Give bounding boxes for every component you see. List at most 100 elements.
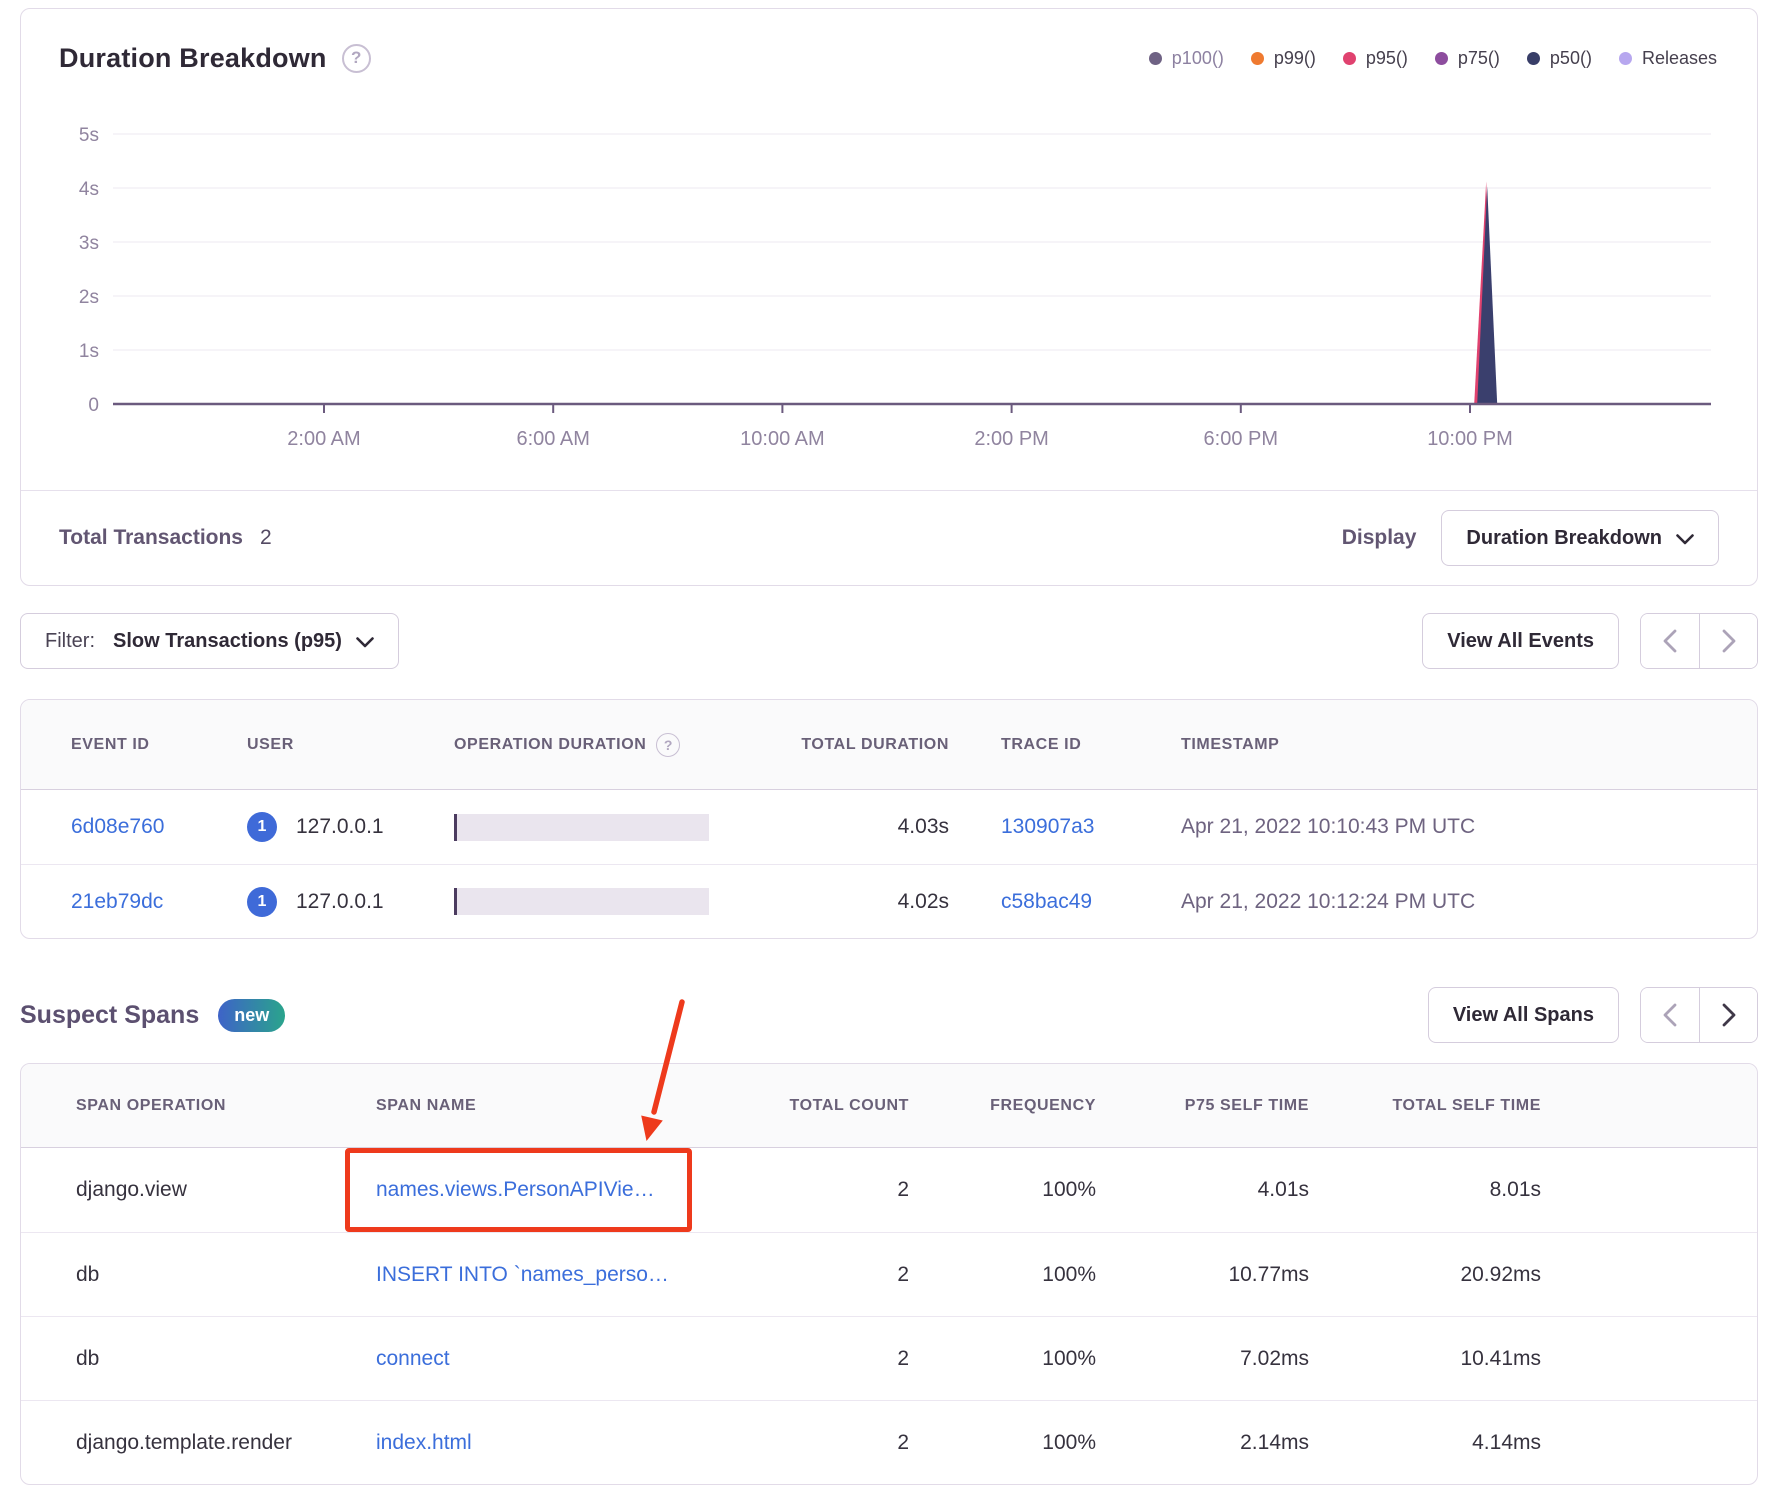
span-operation-cell: db — [76, 1262, 100, 1286]
x-axis-tick-label: 2:00 PM — [974, 428, 1048, 450]
legend-item-p50[interactable]: p50() — [1526, 47, 1592, 69]
column-header-frequency: FREQUENCY — [990, 1096, 1096, 1114]
column-header-timestamp: TIMESTAMP — [1181, 735, 1280, 753]
chevron-right-icon — [1722, 629, 1735, 653]
column-header-total-duration: TOTAL DURATION — [801, 735, 949, 753]
events-toolbar: Filter: Slow Transactions (p95) View All… — [20, 613, 1758, 669]
events-pager-next-button[interactable] — [1699, 614, 1757, 668]
filter-dropdown[interactable]: Filter: Slow Transactions (p95) — [20, 613, 399, 669]
total-transactions-label: Total Transactions — [59, 526, 243, 549]
suspect-spans-title: Suspect Spans — [20, 1000, 200, 1029]
span-name-link[interactable]: index.html — [376, 1431, 472, 1455]
events-table-body: 6d08e760 1 127.0.0.1 4.03s 130907a3 Apr 21, 2… — [21, 790, 1757, 938]
event-id-link[interactable]: 6d08e760 — [71, 815, 164, 839]
total-count-cell: 2 — [897, 1262, 909, 1286]
frequency-cell: 100% — [1042, 1346, 1096, 1370]
span-name-link[interactable]: names.views.PersonAPIVie… — [376, 1178, 655, 1202]
p75-self-time-cell: 10.77ms — [1228, 1262, 1309, 1286]
chevron-left-icon — [1663, 629, 1677, 653]
column-header-event-id: EVENT ID — [71, 735, 150, 753]
event-row: 21eb79dc 1 127.0.0.1 4.02s c58bac49 Apr 21, 2… — [21, 864, 1757, 938]
span-name-link[interactable]: INSERT INTO `names_perso… — [376, 1263, 669, 1287]
total-self-time-cell: 8.01s — [1489, 1178, 1541, 1201]
legend-label: p99() — [1273, 47, 1316, 68]
legend-item-p100[interactable]: p100() — [1148, 47, 1224, 69]
x-axis-tick-label: 10:00 AM — [740, 428, 825, 450]
spans-table: SPAN OPERATION SPAN NAME TOTAL COUNT FREQUE… — [20, 1063, 1758, 1485]
frequency-cell: 100% — [1042, 1178, 1096, 1201]
user-cell: 1 127.0.0.1 — [247, 886, 454, 917]
y-axis-tick-label: 4s — [79, 179, 99, 200]
p75-self-time-cell: 2.14ms — [1240, 1430, 1309, 1454]
performance-page: Duration Breakdown ? p100() p99() p95() p75… — [0, 0, 1778, 1496]
user-cell: 1 127.0.0.1 — [247, 812, 454, 842]
chevron-left-icon — [1663, 1003, 1677, 1027]
spans-table-header: SPAN OPERATION SPAN NAME TOTAL COUNT FREQUE… — [21, 1064, 1757, 1148]
span-operation-cell: django.view — [76, 1178, 187, 1201]
timestamp-cell: Apr 21, 2022 10:12:24 PM UTC — [1181, 889, 1476, 913]
user-ip: 127.0.0.1 — [296, 815, 384, 838]
column-header-total-self-time: TOTAL SELF TIME — [1392, 1096, 1541, 1114]
x-axis-tick-label: 6:00 PM — [1204, 428, 1278, 450]
operation-duration-cell — [454, 813, 769, 841]
legend-label: Releases — [1641, 47, 1717, 68]
legend-dot-icon — [1342, 51, 1356, 65]
view-all-events-button[interactable]: View All Events — [1422, 613, 1619, 669]
new-badge: new — [218, 998, 286, 1032]
x-axis-tick-label: 2:00 AM — [287, 428, 360, 450]
chart-footer: Total Transactions 2 Display Duration Br… — [21, 490, 1757, 585]
trace-id-link[interactable]: 130907a3 — [1001, 815, 1094, 839]
total-self-time-cell: 10.41ms — [1460, 1346, 1541, 1370]
column-header-user: USER — [247, 735, 294, 753]
legend-label: p100() — [1171, 47, 1224, 68]
span-row: django.view names.views.PersonAPIVie… 2 100… — [21, 1148, 1757, 1232]
span-row: django.template.render index.html 2 100% 2.1… — [21, 1400, 1757, 1484]
legend-dot-icon — [1250, 51, 1264, 65]
frequency-cell: 100% — [1042, 1430, 1096, 1454]
legend-label: p50() — [1549, 47, 1592, 68]
y-axis-tick-label: 5s — [79, 125, 99, 146]
event-id-link[interactable]: 21eb79dc — [71, 890, 163, 914]
events-pager-prev-button[interactable] — [1641, 614, 1699, 668]
trace-id-link[interactable]: c58bac49 — [1001, 890, 1092, 914]
column-header-total-count: TOTAL COUNT — [789, 1096, 909, 1114]
legend-item-Releases[interactable]: Releases — [1618, 47, 1717, 69]
p75-self-time-cell: 4.01s — [1257, 1178, 1309, 1201]
spans-pager-prev-button[interactable] — [1641, 988, 1699, 1042]
display-select[interactable]: Duration Breakdown — [1441, 510, 1719, 566]
legend-dot-icon — [1434, 51, 1448, 65]
view-all-spans-button[interactable]: View All Spans — [1427, 987, 1619, 1043]
spans-pager-next-button[interactable] — [1699, 988, 1757, 1042]
spans-table-body: django.view names.views.PersonAPIVie… 2 100… — [21, 1148, 1757, 1484]
total-transactions-value: 2 — [260, 526, 272, 549]
legend-label: p95() — [1365, 47, 1408, 68]
column-header-trace-id: TRACE ID — [1001, 735, 1082, 753]
event-id-cell: 6d08e760 — [71, 815, 247, 839]
total-duration-cell: 4.02s — [897, 889, 949, 913]
legend-item-p95[interactable]: p95() — [1342, 47, 1408, 69]
p75-self-time-cell: 7.02ms — [1240, 1346, 1309, 1370]
total-count-cell: 2 — [897, 1346, 909, 1370]
filter-value: Slow Transactions (p95) — [113, 629, 342, 652]
duration-breakdown-chart: 0 1s 2s 3s 4s 5s 2:00 AM 6:00 AM 10:00 AM 2:00 PM… — [79, 125, 1711, 450]
operation-duration-bar — [454, 888, 709, 915]
span-row: db connect 2 100% 7.02ms 10.41ms — [21, 1316, 1757, 1400]
x-axis-tick-label: 10:00 PM — [1427, 428, 1513, 450]
chart-help-icon[interactable]: ? — [341, 43, 371, 73]
chevron-down-icon — [1676, 533, 1694, 544]
total-self-time-cell: 20.92ms — [1460, 1262, 1541, 1286]
legend-item-p99[interactable]: p99() — [1250, 47, 1316, 69]
column-header-span-name: SPAN NAME — [376, 1096, 477, 1114]
operation-duration-cell — [454, 888, 769, 915]
legend-dot-icon — [1148, 51, 1162, 65]
y-axis-tick-label: 3s — [79, 233, 99, 254]
span-name-link[interactable]: connect — [376, 1347, 450, 1371]
legend-item-p75[interactable]: p75() — [1434, 47, 1500, 69]
help-icon[interactable]: ? — [656, 732, 681, 757]
user-ip: 127.0.0.1 — [296, 889, 384, 913]
legend-label: p75() — [1457, 47, 1500, 68]
user-count-badge: 1 — [247, 812, 277, 842]
span-name-cell: connect — [376, 1347, 766, 1371]
y-axis-tick-label: 2s — [79, 287, 99, 308]
trace-id-cell: 130907a3 — [949, 815, 1181, 839]
